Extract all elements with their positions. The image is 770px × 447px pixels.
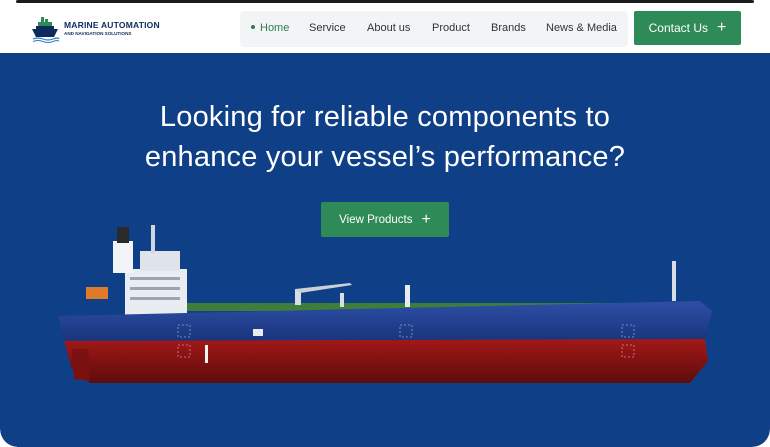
- brand-name-line1: MARINE AUTOMATION: [64, 20, 160, 30]
- nav-item-service[interactable]: Service: [309, 22, 346, 34]
- brand-logo[interactable]: MARINE AUTOMATION AND NAVIGATION SOLUTIO…: [30, 12, 160, 44]
- main-nav: Home Service About us Product Brands New…: [240, 11, 628, 47]
- site-header: MARINE AUTOMATION AND NAVIGATION SOLUTIO…: [0, 3, 770, 53]
- nav-item-news-media[interactable]: News & Media: [546, 22, 617, 34]
- nav-item-about-us[interactable]: About us: [367, 22, 410, 34]
- nav-item-product[interactable]: Product: [432, 22, 470, 34]
- hero-headline-line1: Looking for reliable components to: [159, 101, 611, 133]
- plus-icon: +: [717, 19, 727, 36]
- nav-item-home[interactable]: Home: [251, 22, 289, 34]
- ship-logo-icon: [32, 17, 60, 43]
- hero-headline-line2: enhance your vessel’s performance?: [144, 141, 626, 173]
- nav-item-label: Home: [260, 22, 290, 34]
- contact-us-button[interactable]: Contact Us +: [634, 11, 741, 45]
- active-dot-icon: [251, 25, 255, 30]
- nav-item-brands[interactable]: Brands: [491, 22, 526, 34]
- tanker-ship-image: [58, 225, 712, 383]
- hero-headline: Looking for reliable components to enhan…: [60, 97, 710, 177]
- contact-us-label: Contact Us: [648, 21, 708, 35]
- hero-section: Looking for reliable components to enhan…: [0, 53, 770, 447]
- page-frame: MARINE AUTOMATION AND NAVIGATION SOLUTIO…: [0, 0, 770, 447]
- brand-name-line2: AND NAVIGATION SOLUTIONS: [64, 31, 132, 36]
